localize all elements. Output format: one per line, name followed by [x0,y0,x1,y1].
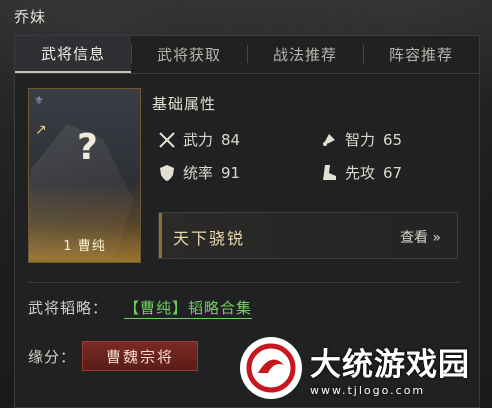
watermark-logo-icon [240,337,302,399]
tab-hero-acquire[interactable]: 武将获取 [131,36,247,73]
unknown-portrait-glyph: ? [77,127,98,168]
attr-intellect-label: 智力 [345,131,376,149]
attr-initiative-value: 67 [383,163,403,182]
rank-mark-icon: ↗ [35,122,47,138]
crossed-swords-icon [157,130,177,150]
watermark-url: www.tjlogo.com [310,384,426,397]
divider [28,282,460,283]
attr-intellect: 智力 65 [319,129,402,150]
attr-initiative-label: 先攻 [345,164,376,182]
tab-lineup-recommend[interactable]: 阵容推荐 [363,36,479,73]
attr-intellect-value: 65 [383,130,403,149]
attr-force-value: 84 [221,130,241,149]
watermark-name: 大统游戏园 [310,347,470,383]
attr-command-value: 91 [221,163,241,182]
skill-name: 天下骁锐 [173,229,246,248]
shield-icon [157,163,177,183]
tab-bar: 武将信息 武将获取 战法推荐 阵容推荐 [15,36,479,74]
brain-icon [319,130,339,150]
basic-attributes-title: 基础属性 [152,95,217,113]
hero-name: 乔妹 [14,8,47,26]
faction-seal-icon: ⚜ [34,94,44,107]
strategy-collection-link[interactable]: 【曹纯】韬略合集 [124,297,253,319]
attr-command: 统率 91 [157,162,240,183]
boot-icon [319,163,339,183]
attr-command-label: 统率 [183,164,214,182]
fate-label: 缘分： [28,348,77,366]
fate-tag[interactable]: 曹魏宗将 [82,341,198,371]
hero-card[interactable]: ⚜ ↗ ? 1 曹纯 [28,88,141,263]
tab-tactics-recommend[interactable]: 战法推荐 [247,36,363,73]
skill-row[interactable]: 天下骁锐 查看 » [158,212,458,259]
watermark: 大统游戏园 www.tjlogo.com [240,330,492,406]
attr-initiative: 先攻 67 [319,162,402,183]
card-footer: 1 曹纯 [63,239,106,254]
watermark-text: 大统游戏园 www.tjlogo.com [310,339,470,397]
attr-force-label: 武力 [183,131,214,149]
strategy-label: 武将韬略： [28,299,109,317]
skill-view-button[interactable]: 查看 » [400,227,441,247]
tab-hero-info[interactable]: 武将信息 [15,36,131,73]
attr-force: 武力 84 [157,129,240,150]
